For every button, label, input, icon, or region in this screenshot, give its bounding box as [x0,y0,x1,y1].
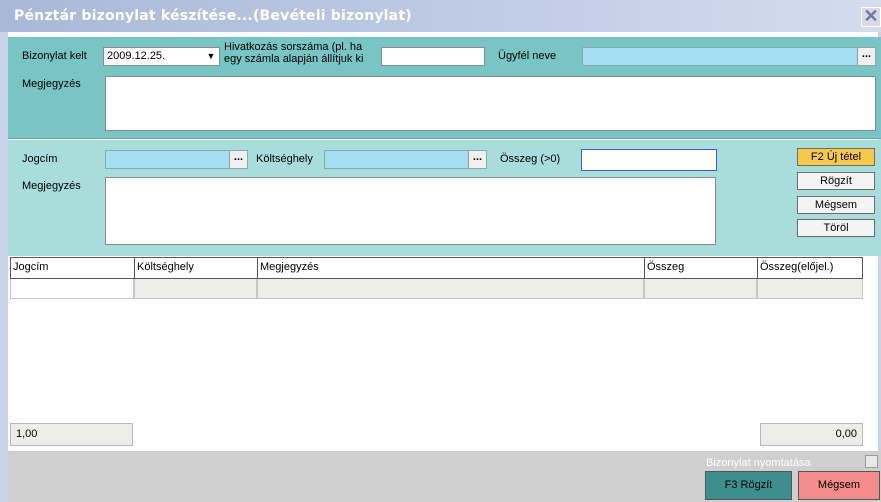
column-header-signed-amount[interactable]: Összeg(előjel.) [757,257,863,279]
ellipsis-icon[interactable]: ... [229,151,247,168]
items-grid[interactable]: Jogcím Költséghely Megjegyzés Összeg Öss… [10,257,863,422]
date-combo[interactable]: 2009.12.25. ▼ [103,47,220,66]
save-document-button[interactable]: F3 Rögzít [705,471,792,500]
print-label: Bizonylat nyomtatása [706,457,811,469]
ref-label-line2: egy számla alapján állítjuk ki [224,53,364,65]
close-icon: ✕ [863,6,879,26]
cancel-document-button[interactable]: Mégsem [798,471,880,500]
client-lookup[interactable]: ... [582,47,876,66]
ellipsis-icon[interactable]: ... [468,151,486,168]
table-row-cell-cost[interactable] [134,279,257,299]
amount-label: Összeg (>0) [500,153,561,165]
column-header-title[interactable]: Jogcím [10,257,134,279]
table-row-cell-amount[interactable] [644,279,757,299]
client-label: Ügyfél neve [498,50,557,62]
date-label: Bizonylat kelt [22,50,87,62]
save-item-button[interactable]: Rögzít [797,172,875,190]
new-item-button[interactable]: F2 Új tétel [797,148,875,166]
window-titlebar: Pénztár bizonylat készítése...(Bevételi … [0,0,881,32]
title-label: Jogcím [22,153,58,165]
amount-input[interactable] [581,149,717,171]
chevron-down-icon[interactable]: ▼ [203,48,219,65]
print-checkbox[interactable] [865,455,878,468]
item-note-input[interactable] [105,177,716,245]
item-note-label: Megjegyzés [22,180,81,192]
table-row-cell-title[interactable] [10,279,134,299]
table-row-cell-signed-amount[interactable] [757,279,863,299]
table-row-cell-note[interactable] [257,279,644,299]
title-lookup[interactable]: ... [105,150,248,169]
ref-input[interactable] [381,47,485,66]
footer-total: 0,00 [760,423,863,446]
window-title: Pénztár bizonylat készítése...(Bevételi … [14,8,412,24]
close-button[interactable]: ✕ [861,7,881,27]
cancel-item-button[interactable]: Mégsem [797,196,875,214]
header-note-input[interactable] [105,76,876,131]
column-header-note[interactable]: Megjegyzés [257,257,644,279]
cost-lookup[interactable]: ... [324,150,487,169]
window-left-border [0,32,8,502]
date-value: 2009.12.25. [107,50,166,62]
header-note-label: Megjegyzés [22,78,81,90]
cost-label: Költséghely [256,153,313,165]
footer-count: 1,00 [10,423,133,446]
ellipsis-icon[interactable]: ... [857,48,875,65]
column-header-amount[interactable]: Összeg [644,257,757,279]
ref-label: Hivatkozás sorszáma (pl. ha egy számla a… [224,41,363,65]
column-header-cost[interactable]: Költséghely [134,257,257,279]
delete-item-button[interactable]: Töröl [797,219,875,237]
ref-label-line1: Hivatkozás sorszáma (pl. ha [224,41,363,53]
